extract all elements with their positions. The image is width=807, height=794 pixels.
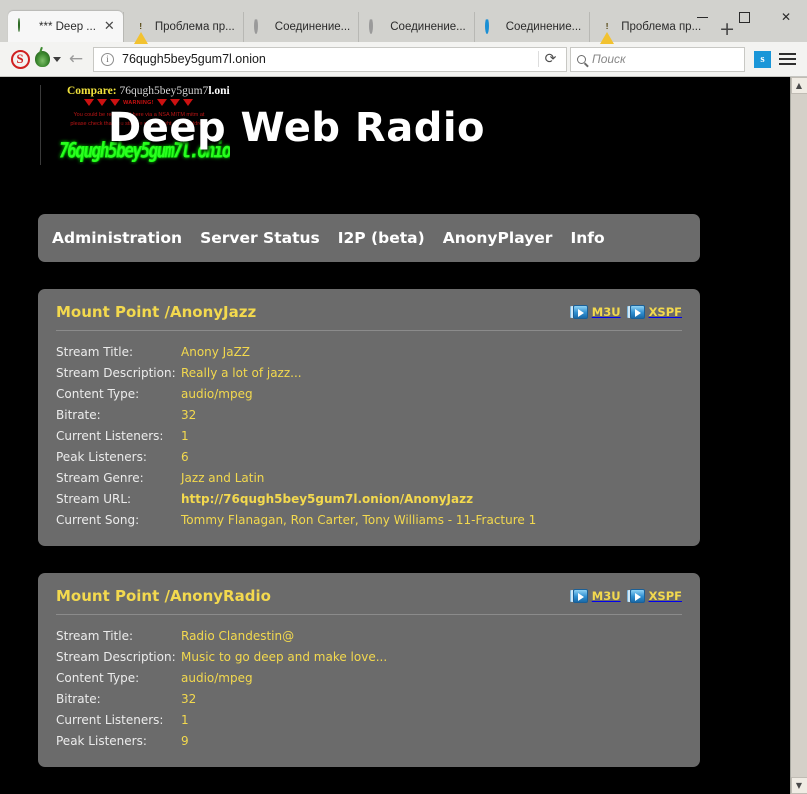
tab-title: *** Deep ... bbox=[39, 21, 96, 33]
play-icon bbox=[573, 305, 588, 319]
loading-spinner-blue-icon bbox=[485, 20, 500, 35]
page-title: Deep Web Radio bbox=[108, 105, 485, 151]
minimize-button[interactable] bbox=[681, 2, 723, 32]
m3u-link[interactable]: M3U bbox=[573, 305, 621, 319]
site-info-icon[interactable]: i bbox=[101, 53, 114, 66]
search-box[interactable]: Поиск bbox=[570, 47, 745, 72]
browser-window: *** Deep ... ✕ Проблема пр... Соединение… bbox=[0, 0, 807, 794]
nav-item-anonyplayer[interactable]: AnonyPlayer bbox=[443, 229, 553, 247]
tab-title: Соединение... bbox=[390, 21, 465, 33]
nav-item-server-status[interactable]: Server Status bbox=[200, 229, 320, 247]
nav-item-info[interactable]: Info bbox=[570, 229, 604, 247]
warning-arrow-icon bbox=[97, 99, 107, 106]
search-icon bbox=[577, 55, 586, 64]
search-engine-badge-icon[interactable]: s bbox=[754, 51, 771, 68]
compare-url: 76qugh5bey5gum7l.onion bbox=[120, 85, 231, 97]
browser-tab-3[interactable]: Соединение... bbox=[358, 12, 473, 42]
browser-tab-2[interactable]: Соединение... bbox=[243, 12, 358, 42]
detail-row-current-listeners: Current Listeners: 1 bbox=[56, 425, 682, 446]
m3u-link[interactable]: M3U bbox=[573, 589, 621, 603]
close-icon[interactable]: ✕ bbox=[104, 20, 115, 33]
stream-url-link[interactable]: http://76qugh5bey5gum7l.onion/AnonyJazz bbox=[181, 492, 473, 506]
detail-row-content-type: Content Type: audio/mpeg bbox=[56, 667, 682, 688]
browser-tab-4[interactable]: Соединение... bbox=[474, 12, 589, 42]
detail-row-stream-description: Stream Description: Music to go deep and… bbox=[56, 646, 682, 667]
xspf-link[interactable]: XSPF bbox=[630, 589, 682, 603]
back-button[interactable]: ← bbox=[62, 45, 90, 73]
search-placeholder: Поиск bbox=[592, 52, 626, 66]
menu-icon[interactable] bbox=[779, 53, 801, 65]
detail-row-current-song: Current Song: Tommy Flanagan, Ron Carter… bbox=[56, 509, 682, 530]
maximize-button[interactable] bbox=[723, 2, 765, 32]
mount-card-header: Mount Point /AnonyRadio M3U XSPF bbox=[56, 587, 682, 615]
address-bar[interactable]: i 76qugh5bey5gum7l.onion ⟳ bbox=[93, 47, 567, 72]
url-text: 76qugh5bey5gum7l.onion bbox=[122, 52, 538, 66]
mount-point-title: Mount Point /AnonyJazz bbox=[56, 303, 256, 321]
warning-icon bbox=[600, 20, 615, 35]
close-window-button[interactable]: ✕ bbox=[765, 2, 807, 32]
tab-title: Соединение... bbox=[275, 21, 350, 33]
playlist-links: M3U XSPF bbox=[573, 305, 682, 319]
compare-label: Compare: bbox=[67, 85, 117, 97]
site-banner: Compare: 76qugh5bey5gum7l.onion WARNING!… bbox=[0, 77, 790, 172]
browser-toolbar: S ← i 76qugh5bey5gum7l.onion ⟳ Поиск s bbox=[0, 42, 807, 77]
detail-row-stream-title: Stream Title: Radio Clandestin@ bbox=[56, 625, 682, 646]
loading-spinner-icon bbox=[369, 20, 384, 35]
playlist-links: M3U XSPF bbox=[573, 589, 682, 603]
torbutton-onion-icon[interactable] bbox=[34, 45, 62, 73]
tab-strip: *** Deep ... ✕ Проблема пр... Соединение… bbox=[0, 0, 807, 42]
reload-icon[interactable]: ⟳ bbox=[538, 51, 562, 67]
tab-title: Проблема пр... bbox=[155, 21, 235, 33]
web-page: Compare: 76qugh5bey5gum7l.onion WARNING!… bbox=[0, 77, 790, 794]
detail-row-bitrate: Bitrate: 32 bbox=[56, 404, 682, 425]
chevron-down-icon bbox=[53, 57, 61, 62]
browser-tab-0[interactable]: *** Deep ... ✕ bbox=[8, 11, 123, 42]
play-icon bbox=[573, 589, 588, 603]
compare-line: Compare: 76qugh5bey5gum7l.onion bbox=[67, 85, 230, 97]
mount-point-card: Mount Point /AnonyRadio M3U XSPF bbox=[38, 573, 700, 767]
nav-item-administration[interactable]: Administration bbox=[52, 229, 182, 247]
detail-row-content-type: Content Type: audio/mpeg bbox=[56, 383, 682, 404]
warning-icon bbox=[134, 20, 149, 35]
detail-row-current-listeners: Current Listeners: 1 bbox=[56, 709, 682, 730]
browser-tab-1[interactable]: Проблема пр... bbox=[123, 12, 243, 42]
mount-details: Stream Title: Anony JaZZ Stream Descript… bbox=[56, 341, 682, 530]
detail-row-stream-url: Stream URL: http://76qugh5bey5gum7l.onio… bbox=[56, 488, 682, 509]
play-icon bbox=[630, 305, 645, 319]
site-nav: Administration Server Status I2P (beta) … bbox=[38, 214, 700, 262]
detail-row-peak-listeners: Peak Listeners: 9 bbox=[56, 730, 682, 751]
tab-title: Соединение... bbox=[506, 21, 581, 33]
scrollbar-track[interactable] bbox=[791, 94, 807, 777]
scroll-down-icon[interactable]: ▼ bbox=[791, 777, 807, 794]
scroll-up-icon[interactable]: ▲ bbox=[791, 77, 807, 94]
globe-icon bbox=[18, 19, 33, 34]
warning-arrow-icon bbox=[84, 99, 94, 106]
mount-card-header: Mount Point /AnonyJazz M3U XSPF bbox=[56, 303, 682, 331]
page-scrollbar[interactable]: ▲ ▼ bbox=[790, 77, 807, 794]
loading-spinner-icon bbox=[254, 20, 269, 35]
play-icon bbox=[630, 589, 645, 603]
detail-row-stream-description: Stream Description: Really a lot of jazz… bbox=[56, 362, 682, 383]
page-viewport: Compare: 76qugh5bey5gum7l.onion WARNING!… bbox=[0, 77, 807, 794]
detail-row-peak-listeners: Peak Listeners: 6 bbox=[56, 446, 682, 467]
mount-point-name: /AnonyJazz bbox=[165, 303, 257, 321]
mount-point-title: Mount Point /AnonyRadio bbox=[56, 587, 271, 605]
detail-row-stream-title: Stream Title: Anony JaZZ bbox=[56, 341, 682, 362]
detail-row-bitrate: Bitrate: 32 bbox=[56, 688, 682, 709]
detail-row-stream-genre: Stream Genre: Jazz and Latin bbox=[56, 467, 682, 488]
window-controls: ✕ bbox=[681, 0, 807, 34]
noscript-icon[interactable]: S bbox=[6, 45, 34, 73]
mount-details: Stream Title: Radio Clandestin@ Stream D… bbox=[56, 625, 682, 751]
nav-item-i2p[interactable]: I2P (beta) bbox=[338, 229, 425, 247]
xspf-link[interactable]: XSPF bbox=[630, 305, 682, 319]
mount-point-card: Mount Point /AnonyJazz M3U XSPF bbox=[38, 289, 700, 546]
mount-point-name: /AnonyRadio bbox=[165, 587, 271, 605]
